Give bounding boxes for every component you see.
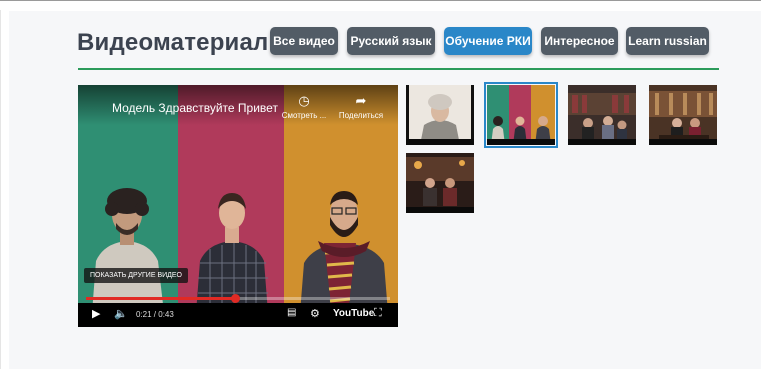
progress-bar[interactable] xyxy=(86,294,390,303)
watch-later-label: Смотреть ... xyxy=(281,111,327,120)
settings-icon[interactable]: ⚙ xyxy=(310,307,320,320)
thumbnail-bar xyxy=(649,139,717,145)
thumbnail-image-library-group xyxy=(568,85,636,145)
video-thumbnail-5[interactable] xyxy=(406,153,474,213)
video-thumbnail-1[interactable] xyxy=(406,85,474,145)
section-divider xyxy=(78,68,719,70)
subtitles-icon[interactable]: ▤ xyxy=(287,307,296,318)
person-middle xyxy=(196,193,268,313)
video-player[interactable]: Модель Здравствуйте Привет ◷ Смотреть ..… xyxy=(78,85,398,327)
thumbnail-image-three-people xyxy=(487,85,555,145)
show-more-videos-button[interactable]: ПОКАЗАТЬ ДРУГИЕ ВИДЕО xyxy=(84,268,189,283)
tab-learn-russian[interactable]: Learn russian xyxy=(626,27,709,55)
share-button[interactable]: ➦ Поделиться xyxy=(336,93,386,120)
progress-scrubber[interactable] xyxy=(230,294,240,303)
video-title[interactable]: Модель Здравствуйте Привет xyxy=(112,101,278,115)
youtube-logo[interactable]: YouTube xyxy=(333,308,374,319)
thumbnail-bar xyxy=(487,139,555,145)
time-display: 0:21 / 0:43 xyxy=(136,310,174,319)
fullscreen-icon[interactable]: ⛶ xyxy=(374,307,382,320)
clock-icon: ◷ xyxy=(298,93,310,108)
tab-interesting[interactable]: Интересное xyxy=(541,27,618,55)
video-thumbnail-3[interactable] xyxy=(568,85,636,145)
progress-fill xyxy=(86,297,235,300)
watch-later-button[interactable]: ◷ Смотреть ... xyxy=(279,93,329,120)
thumbnail-image-elderly-woman xyxy=(406,85,474,145)
thumbnail-image-reading-room xyxy=(649,85,717,145)
volume-icon[interactable]: 🔈 xyxy=(114,307,128,320)
share-label: Поделиться xyxy=(338,111,384,120)
video-thumbnail-2[interactable] xyxy=(484,82,558,148)
window-top-border xyxy=(0,0,761,1)
tab-rki-training[interactable]: Обучение РКИ xyxy=(444,27,532,55)
play-icon[interactable]: ▶ xyxy=(92,307,100,320)
video-thumbnail-4[interactable] xyxy=(649,85,717,145)
thumbnail-bar xyxy=(406,207,474,213)
tab-russian-language[interactable]: Русский язык xyxy=(347,27,435,55)
panel-left-edge xyxy=(0,10,1,369)
thumbnail-image-couple xyxy=(406,153,474,213)
player-controls: ▶ 🔈 0:21 / 0:43 ▤ ⚙ YouTube ⛶ xyxy=(78,303,398,327)
share-icon: ➦ xyxy=(355,93,367,108)
page-title: Видеоматериалы xyxy=(77,29,290,56)
tab-all-videos[interactable]: Все видео xyxy=(270,27,338,55)
thumbnail-bar xyxy=(406,139,474,145)
thumbnail-bar xyxy=(568,139,636,145)
person-left xyxy=(92,188,164,313)
person-right xyxy=(300,191,388,313)
